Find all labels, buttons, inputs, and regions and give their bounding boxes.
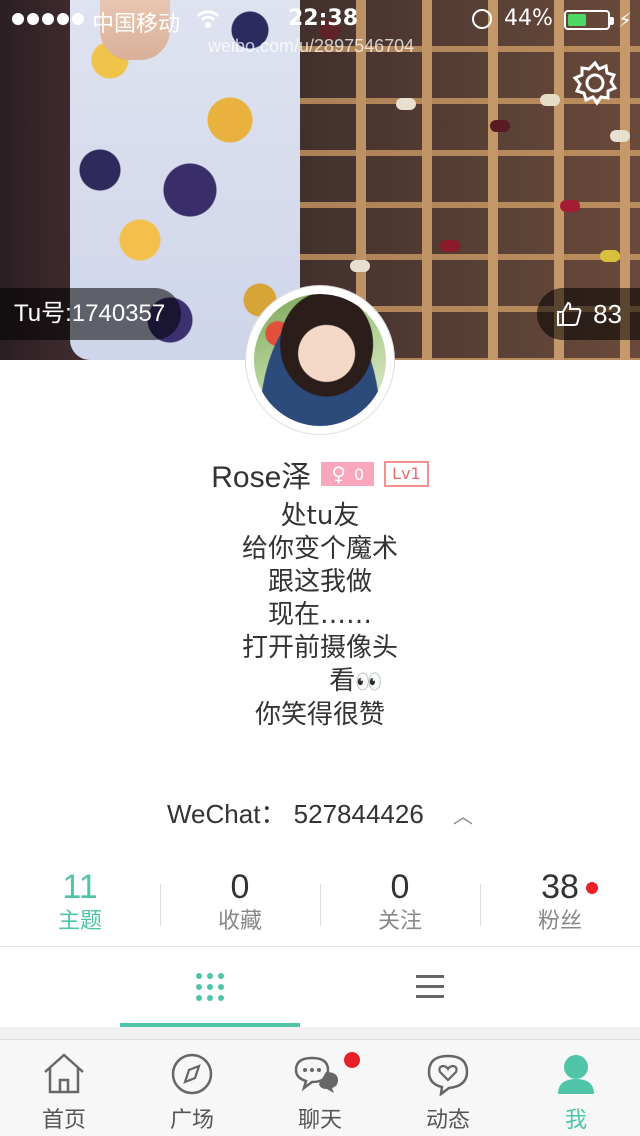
weibo-watermark: weibo.com/u/2897546704 [208, 36, 414, 57]
bio-line: 给你变个魔术 [241, 534, 398, 564]
stat-value: 0 [230, 868, 250, 906]
stat-topics[interactable]: 11 主题 [0, 866, 160, 944]
tab-label: 广场 [169, 1108, 214, 1133]
profile-name: Rose泽 [211, 461, 312, 494]
bottle [560, 200, 580, 212]
likes-count: 83 [593, 299, 622, 329]
female-icon: ♀ [331, 462, 346, 486]
bio-line: 看👀 [0, 665, 640, 699]
stat-label: 粉丝 [537, 909, 582, 934]
section-gap [0, 1027, 640, 1039]
charging-bolt-icon: ⚡ [618, 8, 633, 32]
bio-line: 现在…… [267, 600, 372, 630]
bottom-tab-bar: 首页 广场 聊天 动态 我 [0, 1039, 640, 1136]
gender-count: 0 [353, 464, 365, 484]
bottle [490, 120, 510, 132]
tab-label: 我 [564, 1108, 587, 1133]
bio-line: 跟这我做 [267, 567, 372, 597]
stat-value: 11 [62, 868, 98, 906]
tab-list-view[interactable] [300, 947, 560, 1027]
bio-line: 打开前摄像头 [241, 633, 398, 663]
heart-bubble-icon [427, 1054, 469, 1096]
avatar-photo [254, 294, 386, 426]
tab-grid-view[interactable] [120, 947, 300, 1027]
stats-bar: 11 主题 0 收藏 0 关注 38 粉丝 [0, 866, 640, 944]
view-mode-tabs [0, 947, 640, 1027]
wechat-id: WeChat： 527844426 [166, 799, 424, 829]
notification-dot [586, 882, 598, 894]
battery-percent: 44% [504, 6, 553, 31]
watermark-url: weibo.com/u/2897546704 [208, 36, 415, 56]
person-icon [558, 1055, 594, 1094]
grid-icon [196, 973, 224, 1001]
stat-label: 收藏 [217, 909, 262, 934]
wifi-icon [196, 10, 220, 28]
bottle [600, 250, 620, 262]
bio-line-text: 看 [329, 666, 356, 696]
bottle [610, 130, 630, 142]
chevron-up-icon[interactable]: ︿ [453, 800, 473, 829]
carrier-name: 中国移动 [92, 12, 181, 37]
tab-chat[interactable]: 聊天 [256, 1040, 384, 1136]
wechat-row[interactable]: WeChat： 527844426 ︿ [0, 794, 640, 831]
eyes-emoji-icon: 👀 [355, 670, 383, 695]
gender-badge: ♀ 0 [321, 462, 375, 486]
chat-icon [294, 1056, 338, 1093]
battery-icon [564, 10, 614, 30]
level-badge: Lv1 [384, 461, 429, 487]
tab-label: 动态 [425, 1108, 470, 1133]
bottle [350, 260, 370, 272]
tab-home[interactable]: 首页 [0, 1040, 128, 1136]
stat-value: 0 [390, 868, 410, 906]
clock: 22:38 [288, 6, 359, 31]
tab-label: 聊天 [297, 1108, 342, 1133]
avatar[interactable] [246, 286, 394, 434]
name-row: Rose泽 ♀ 0 Lv1 [0, 452, 640, 496]
home-icon [44, 1053, 84, 1094]
tab-label: 首页 [41, 1108, 86, 1133]
tu-id-label: Tu号:1740357 [0, 288, 182, 340]
bio-line: 处tu友 [280, 501, 360, 531]
stat-following[interactable]: 0 关注 [320, 866, 480, 944]
stat-favorites[interactable]: 0 收藏 [160, 866, 320, 944]
unread-badge [344, 1052, 360, 1068]
orientation-lock-icon [472, 9, 492, 29]
bottle [440, 240, 460, 252]
like-button[interactable]: 83 [537, 288, 640, 340]
bottle [396, 98, 416, 110]
status-bar: 中国移动 22:38 44% ⚡ [0, 0, 640, 40]
stat-value: 38 [541, 868, 579, 906]
stat-label: 关注 [377, 909, 422, 934]
list-icon [416, 975, 444, 998]
thumbs-up-icon [557, 301, 582, 326]
bio-line: 你笑得很赞 [254, 700, 385, 730]
profile-bio: 处tu友 给你变个魔术 跟这我做 现在…… 打开前摄像头 看👀 你笑得很赞 [0, 500, 640, 732]
tab-square[interactable]: 广场 [128, 1040, 256, 1136]
gear-icon[interactable] [572, 60, 618, 106]
tab-feed[interactable]: 动态 [384, 1040, 512, 1136]
bottle [540, 94, 560, 106]
stat-fans[interactable]: 38 粉丝 [480, 866, 640, 944]
signal-dots-icon [12, 13, 84, 25]
tab-me[interactable]: 我 [512, 1040, 640, 1136]
stat-label: 主题 [57, 909, 102, 934]
compass-icon [171, 1053, 213, 1095]
